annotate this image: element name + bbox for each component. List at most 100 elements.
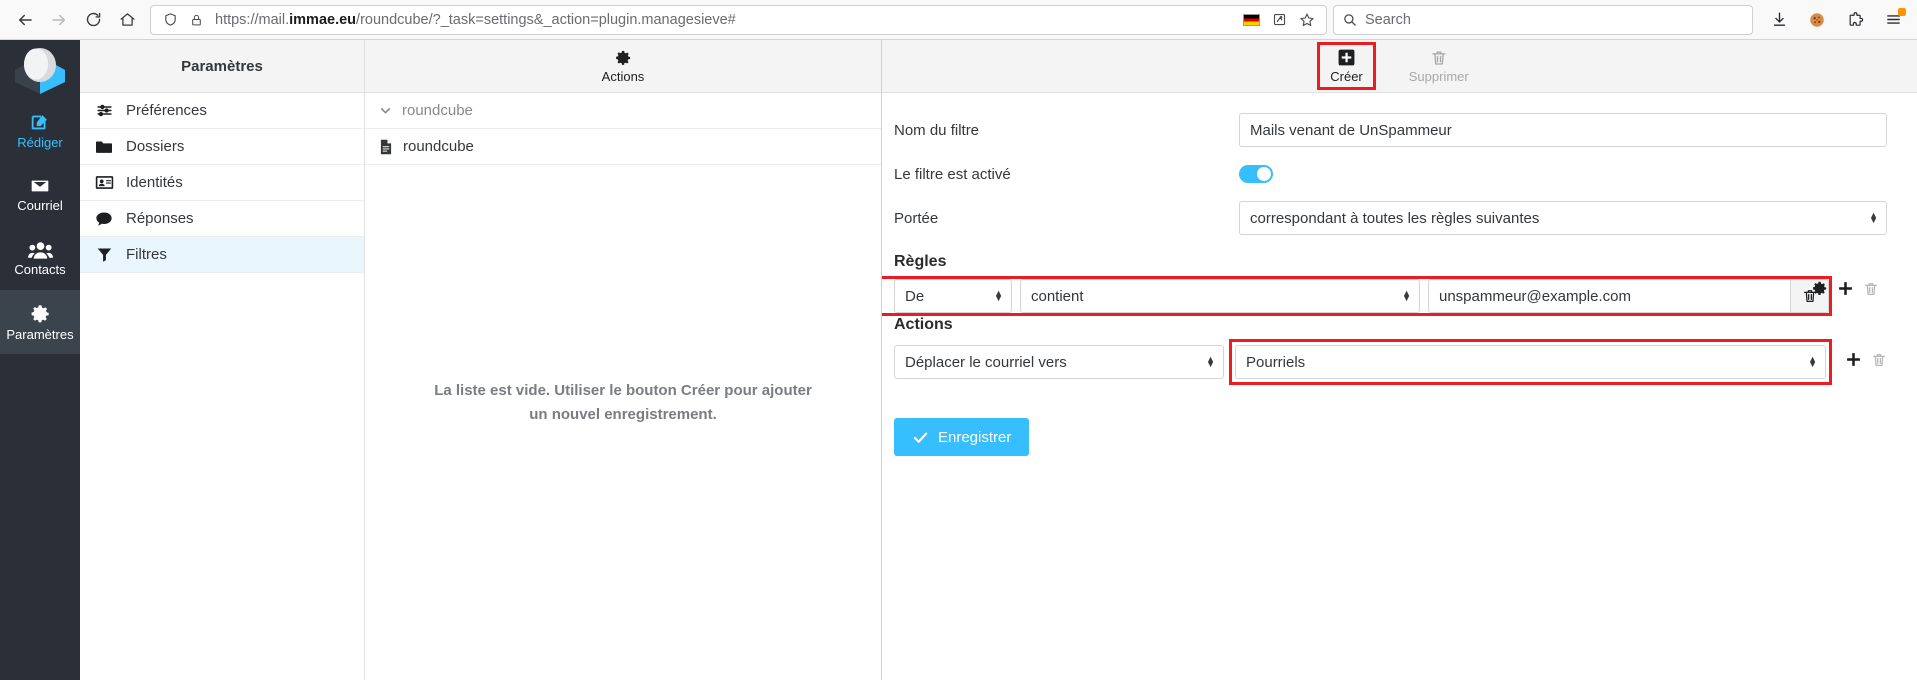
sidebar-item-filters[interactable]: Filtres bbox=[80, 237, 364, 273]
delete-button-label: Supprimer bbox=[1408, 68, 1469, 84]
sidebar-item-folders[interactable]: Dossiers bbox=[80, 129, 364, 165]
back-button[interactable] bbox=[8, 3, 42, 37]
url-text[interactable]: https://mail.immae.eu/roundcube/?_task=s… bbox=[209, 6, 1239, 34]
search-bar[interactable]: Search bbox=[1333, 4, 1753, 35]
action-delete-icon[interactable] bbox=[1871, 352, 1887, 373]
address-bar[interactable]: https://mail.immae.eu/roundcube/?_task=s… bbox=[150, 4, 1327, 35]
filter-scope-row: Portée correspondant à toutes les règles… bbox=[882, 201, 1887, 235]
filter-actions-button[interactable]: Actions bbox=[601, 49, 645, 84]
filters-list-panel: Actions roundcube roundcube La liste est… bbox=[365, 40, 882, 680]
cookie-icon[interactable] bbox=[1801, 4, 1833, 36]
action-row: Déplacer le courriel vers ▲ ▼ Pourriels ▲… bbox=[882, 339, 1887, 385]
filter-set-item-label: roundcube bbox=[403, 138, 474, 155]
sidebar-item-preferences-label: Préférences bbox=[126, 102, 207, 119]
actions-section-title: Actions bbox=[894, 316, 953, 333]
task-contacts[interactable]: Contacts bbox=[0, 226, 80, 290]
roundcube-logo bbox=[0, 40, 80, 98]
language-flag-icon[interactable] bbox=[1243, 13, 1260, 26]
filter-scope-value: correspondant à toutes les règles suivan… bbox=[1250, 209, 1540, 227]
rule-add-icon[interactable] bbox=[1837, 280, 1854, 302]
sidebar-item-folders-label: Dossiers bbox=[126, 138, 185, 155]
task-contacts-label: Contacts bbox=[14, 262, 66, 277]
filters-panel-header: Actions bbox=[365, 40, 881, 93]
browser-chrome: https://mail.immae.eu/roundcube/?_task=s… bbox=[0, 0, 1917, 40]
filter-scope-control: correspondant à toutes les règles suivan… bbox=[1239, 201, 1887, 235]
action-add-icon[interactable] bbox=[1845, 351, 1862, 373]
rule-delete-icon[interactable] bbox=[1863, 281, 1879, 302]
identity-card-icon bbox=[94, 175, 114, 190]
filter-set-item-row[interactable]: roundcube bbox=[365, 129, 881, 165]
sidebar-item-identities[interactable]: Identités bbox=[80, 165, 364, 201]
filter-name-input[interactable] bbox=[1239, 113, 1887, 147]
settings-list-panel: Paramètres Préférences Dossiers Identité… bbox=[80, 40, 365, 680]
filter-enabled-control bbox=[1239, 165, 1887, 183]
filter-form-body: Nom du filtre Le filtre est activé Porté… bbox=[882, 93, 1917, 680]
trash-icon bbox=[1873, 353, 1885, 366]
rule-advanced-gear-icon[interactable] bbox=[1811, 280, 1828, 302]
envelope-icon bbox=[31, 180, 49, 192]
action-target-value: Pourriels bbox=[1246, 353, 1306, 371]
gear-icon bbox=[31, 305, 49, 323]
filter-scope-select[interactable]: correspondant à toutes les règles suivan… bbox=[1239, 201, 1887, 235]
funnel-icon bbox=[94, 246, 114, 263]
select-arrows-icon: ▲ ▼ bbox=[1869, 210, 1878, 225]
create-button-label: Créer bbox=[1330, 69, 1363, 84]
filter-name-control bbox=[1239, 113, 1887, 147]
filter-enabled-toggle[interactable] bbox=[1239, 165, 1273, 183]
action-type-value: Déplacer le courriel vers bbox=[905, 353, 1067, 371]
roundcube-app: Rédiger Courriel Contacts Paramètres Par… bbox=[0, 40, 1917, 680]
trash-icon bbox=[1865, 282, 1877, 295]
delete-button[interactable]: Supprimer bbox=[1399, 46, 1479, 87]
compose-icon bbox=[31, 115, 47, 130]
save-button-label: Enregistrer bbox=[938, 428, 1012, 446]
folder-icon bbox=[94, 139, 114, 155]
filter-set-group-label: roundcube bbox=[402, 102, 473, 119]
empty-list-message: La liste est vide. Utiliser le bouton Cr… bbox=[434, 382, 812, 423]
sidebar-item-responses-label: Réponses bbox=[126, 210, 194, 227]
gear-icon bbox=[616, 50, 631, 65]
settings-panel-title: Paramètres bbox=[80, 40, 364, 93]
plus-square-icon bbox=[1338, 49, 1355, 66]
action-type-select[interactable]: Déplacer le courriel vers ▲ ▼ bbox=[894, 345, 1224, 379]
forward-button[interactable] bbox=[42, 3, 76, 37]
action-type-control: Déplacer le courriel vers ▲ ▼ bbox=[894, 345, 1224, 379]
extensions-icon[interactable] bbox=[1839, 4, 1871, 36]
bookmark-star-icon[interactable] bbox=[1294, 7, 1320, 33]
file-icon bbox=[379, 139, 393, 155]
filter-actions-label: Actions bbox=[601, 68, 645, 84]
home-button[interactable] bbox=[110, 3, 144, 37]
reload-button[interactable] bbox=[76, 3, 110, 37]
task-settings[interactable]: Paramètres bbox=[0, 290, 80, 354]
search-icon bbox=[1344, 14, 1356, 26]
action-target-select[interactable]: Pourriels ▲ ▼ bbox=[1235, 345, 1826, 379]
sidebar-item-filters-label: Filtres bbox=[126, 246, 167, 263]
filter-set-group-row[interactable]: roundcube bbox=[365, 93, 881, 129]
action-target-control: Pourriels ▲ ▼ bbox=[1229, 339, 1832, 385]
filter-form-panel: Créer Supprimer Nom du filtre Le filtre … bbox=[882, 40, 1917, 680]
chevron-down-icon bbox=[379, 104, 392, 117]
check-icon bbox=[913, 432, 928, 443]
sliders-icon bbox=[94, 102, 114, 119]
filter-enabled-row: Le filtre est activé bbox=[882, 165, 1887, 183]
downloads-icon[interactable] bbox=[1763, 4, 1795, 36]
sidebar-item-responses[interactable]: Réponses bbox=[80, 201, 364, 237]
task-compose[interactable]: Rédiger bbox=[0, 98, 80, 162]
search-input-placeholder[interactable]: Search bbox=[1365, 12, 1411, 28]
create-button[interactable]: Créer bbox=[1317, 42, 1376, 90]
app-menu-icon[interactable] bbox=[1877, 4, 1909, 36]
save-button[interactable]: Enregistrer bbox=[894, 418, 1030, 456]
menu-update-badge bbox=[1898, 7, 1906, 16]
sidebar-item-preferences[interactable]: Préférences bbox=[80, 93, 364, 129]
task-settings-label: Paramètres bbox=[6, 327, 74, 342]
contacts-icon bbox=[27, 242, 53, 259]
task-mail[interactable]: Courriel bbox=[0, 162, 80, 226]
reader-view-icon[interactable] bbox=[1266, 7, 1292, 33]
filter-scope-label: Portée bbox=[894, 209, 939, 227]
lock-icon[interactable] bbox=[183, 7, 209, 33]
rule-row-icons-wrapper bbox=[882, 280, 1887, 302]
select-arrows-icon: ▲ ▼ bbox=[1206, 354, 1215, 369]
trash-icon bbox=[1432, 50, 1446, 65]
rules-section-title: Règles bbox=[894, 253, 947, 270]
task-compose-label: Rédiger bbox=[17, 135, 63, 150]
shield-icon[interactable] bbox=[157, 7, 183, 33]
